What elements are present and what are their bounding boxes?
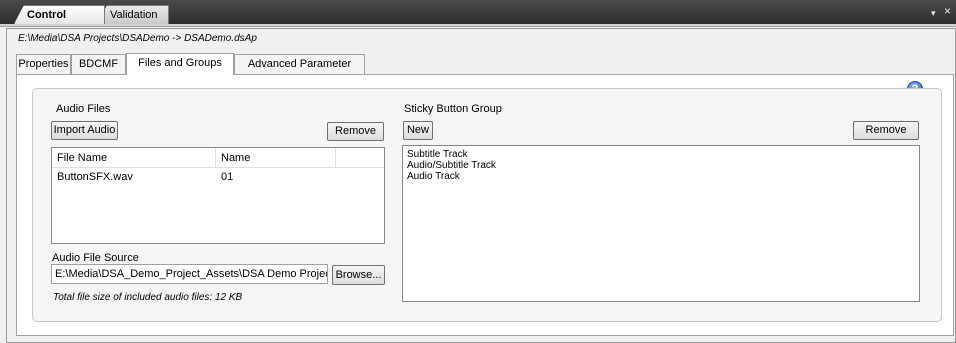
tab-bdcmf-label: BDCMF [78,58,119,70]
browse-button[interactable]: Browse... [332,265,385,285]
tab-properties-label: Properties [18,58,69,70]
new-sticky-group-button[interactable]: New [403,121,433,140]
import-audio-button[interactable]: Import Audio [51,121,118,140]
sticky-group-list[interactable]: Subtitle Track Audio/Subtitle Track Audi… [402,145,920,302]
tab-files-and-groups-label: Files and Groups [138,57,222,69]
remove-audio-button[interactable]: Remove [327,122,384,141]
doc-tab-validation-label: Validation [110,9,158,21]
list-item[interactable]: Subtitle Track [407,149,915,160]
column-header-name[interactable]: Name [216,148,336,168]
tab-bar-divider [0,24,956,27]
sticky-button-group-title: Sticky Button Group [404,103,502,115]
total-file-size-note: Total file size of included audio files:… [53,292,243,303]
remove-sticky-group-button[interactable]: Remove [853,121,919,140]
dropdown-arrow-icon[interactable]: ▾ [931,8,936,19]
document-tab-bar: Validation Control Panel ▾ × [0,0,956,24]
tab-advanced-parameter[interactable]: Advanced Parameter [234,54,365,74]
column-header-file-name[interactable]: File Name [52,148,216,168]
audio-files-list[interactable]: File Name Name ButtonSFX.wav 01 [51,147,385,244]
list-item[interactable]: Audio Track [407,171,915,182]
cell-file-name: ButtonSFX.wav [57,171,133,183]
audio-file-source-label: Audio File Source [52,252,139,264]
project-path-label: E:\Media\DSA Projects\DSADemo -> DSADemo… [18,33,257,44]
doc-tab-control-panel[interactable]: Control Panel [14,5,105,24]
audio-file-source-field[interactable]: E:\Media\DSA_Demo_Project_Assets\DSA Dem… [51,264,328,284]
list-item[interactable]: Audio/Subtitle Track [407,160,915,171]
audio-files-title: Audio Files [56,103,111,115]
audio-files-list-header: File Name Name [52,148,384,168]
cell-name: 01 [221,171,234,183]
tab-advanced-parameter-label: Advanced Parameter [247,58,352,70]
tab-properties[interactable]: Properties [16,54,71,74]
tab-files-and-groups[interactable]: Files and Groups [126,53,234,75]
close-icon[interactable]: × [944,4,951,18]
tab-bdcmf[interactable]: BDCMF [71,54,126,74]
doc-tab-validation[interactable]: Validation [97,5,169,24]
